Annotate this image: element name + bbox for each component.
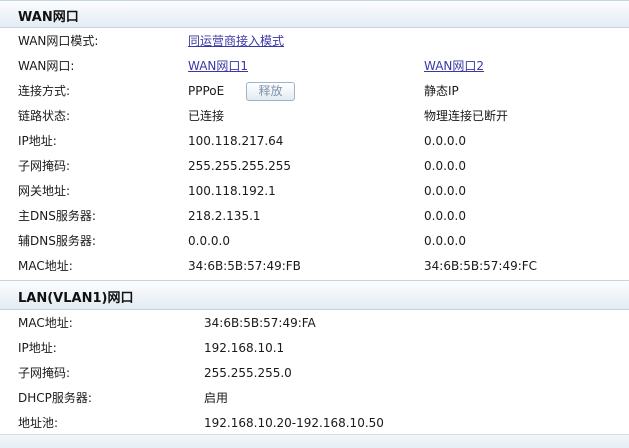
lan-dhcp-row: DHCP服务器: 启用 (0, 386, 629, 411)
wan-section-header: WAN网口 (0, 0, 629, 28)
wan-mac-label: MAC地址: (18, 259, 73, 273)
wan1-dns1-value: 218.2.135.1 (188, 209, 261, 223)
wan-dns2-row: 辅DNS服务器: 0.0.0.0 0.0.0.0 (0, 229, 629, 254)
wan-link-label: 链路状态: (18, 109, 71, 123)
wan-dns1-label: 主DNS服务器: (18, 209, 96, 223)
wan-port-row: WAN网口: WAN网口1 WAN网口2 (0, 54, 629, 79)
wan1-gateway-value: 100.118.192.1 (188, 184, 276, 198)
wan-section-title: WAN网口 (18, 10, 79, 25)
wan-mode-link[interactable]: 同运营商接入模式 (188, 29, 284, 54)
lan-dhcp-label: DHCP服务器: (18, 391, 92, 405)
wan-ip-row: IP地址: 100.118.217.64 0.0.0.0 (0, 129, 629, 154)
lan-pool-value: 192.168.10.20-192.168.10.50 (204, 416, 384, 430)
wan1-link-status: 已连接 (188, 109, 225, 123)
wan-mask-row: 子网掩码: 255.255.255.255 0.0.0.0 (0, 154, 629, 179)
wan1-mask-value: 255.255.255.255 (188, 159, 292, 173)
wan-gateway-label: 网关地址: (18, 184, 71, 198)
lan-section-header: LAN(VLAN1)网口 (0, 280, 629, 310)
lan-mac-row: MAC地址: 34:6B:5B:57:49:FA (0, 311, 629, 336)
release-button[interactable]: 释放 (246, 82, 295, 101)
wan-conn-label: 连接方式: (18, 84, 71, 98)
lan-pool-row: 地址池: 192.168.10.20-192.168.10.50 (0, 411, 629, 436)
lan-pool-label: 地址池: (18, 416, 59, 430)
wan2-dns2-value: 0.0.0.0 (424, 234, 466, 248)
lan-ip-label: IP地址: (18, 341, 57, 355)
wan2-port-link[interactable]: WAN网口2 (424, 54, 484, 79)
lan-mask-row: 子网掩码: 255.255.255.0 (0, 361, 629, 386)
wan2-mac-value: 34:6B:5B:57:49:FC (424, 259, 538, 273)
wan2-dns1-value: 0.0.0.0 (424, 209, 466, 223)
wan-port-label: WAN网口: (18, 59, 75, 73)
wan-mode-label: WAN网口模式: (18, 34, 99, 48)
wan-dns1-row: 主DNS服务器: 218.2.135.1 0.0.0.0 (0, 204, 629, 229)
wan1-ip-value: 100.118.217.64 (188, 134, 284, 148)
wan-link-row: 链路状态: 已连接 物理连接已断开 (0, 104, 629, 129)
lan-mask-label: 子网掩码: (18, 366, 71, 380)
lan-section-title: LAN(VLAN1)网口 (18, 291, 134, 306)
wan1-port-link[interactable]: WAN网口1 (188, 54, 248, 79)
wan1-conn-type: PPPoE (188, 84, 225, 98)
wan-mac-row: MAC地址: 34:6B:5B:57:49:FB 34:6B:5B:57:49:… (0, 254, 629, 279)
wan-dns2-label: 辅DNS服务器: (18, 234, 96, 248)
wan2-conn-type: 静态IP (424, 84, 459, 98)
wan-mask-label: 子网掩码: (18, 159, 71, 173)
bottom-divider (0, 434, 629, 448)
lan-dhcp-value: 启用 (204, 391, 229, 405)
lan-ip-value: 192.168.10.1 (204, 341, 285, 355)
wan-ip-label: IP地址: (18, 134, 57, 148)
wan2-gateway-value: 0.0.0.0 (424, 184, 466, 198)
wan1-dns2-value: 0.0.0.0 (188, 234, 230, 248)
wan-gateway-row: 网关地址: 100.118.192.1 0.0.0.0 (0, 179, 629, 204)
lan-mac-label: MAC地址: (18, 316, 73, 330)
wan2-ip-value: 0.0.0.0 (424, 134, 466, 148)
wan2-link-status: 物理连接已断开 (424, 109, 509, 123)
wan1-mac-value: 34:6B:5B:57:49:FB (188, 259, 301, 273)
wan-mode-row: WAN网口模式: 同运营商接入模式 (0, 29, 629, 54)
lan-ip-row: IP地址: 192.168.10.1 (0, 336, 629, 361)
lan-mac-value: 34:6B:5B:57:49:FA (204, 316, 316, 330)
wan2-mask-value: 0.0.0.0 (424, 159, 466, 173)
lan-mask-value: 255.255.255.0 (204, 366, 292, 380)
wan-conn-row: 连接方式: PPPoE 释放 静态IP (0, 79, 629, 104)
